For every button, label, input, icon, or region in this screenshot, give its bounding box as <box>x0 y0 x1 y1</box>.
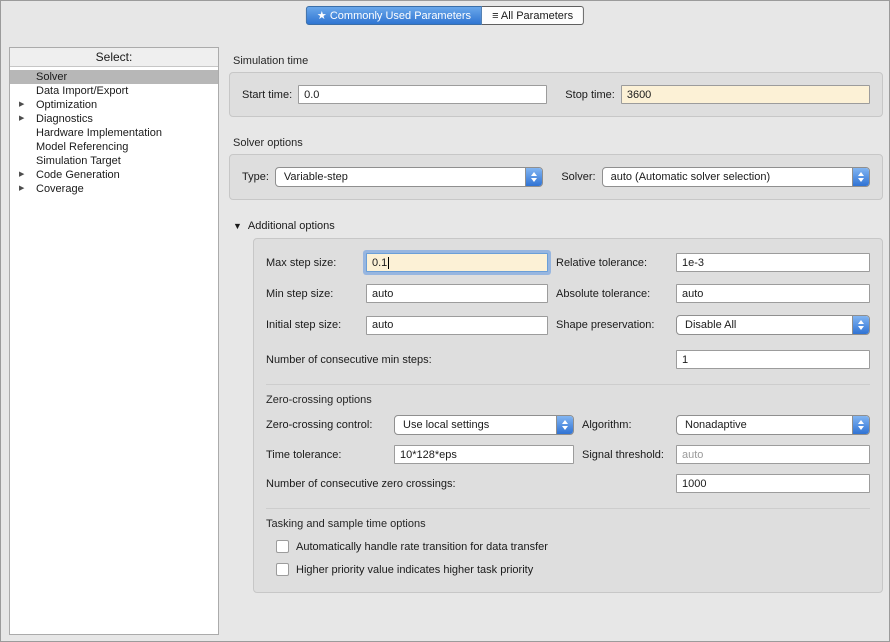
zero-crossing-section: Zero-crossing options Zero-crossing cont… <box>266 384 870 493</box>
solver-type-dropdown[interactable]: Variable-step <box>275 167 543 187</box>
shape-preservation-dropdown[interactable]: Disable All <box>676 315 870 335</box>
sidebar-item-label: Optimization <box>36 99 97 111</box>
sidebar-item-label: Diagnostics <box>36 113 93 125</box>
sidebar-item-diagnostics[interactable]: ▶ Diagnostics <box>10 112 218 126</box>
sidebar-item-solver[interactable]: Solver <box>10 70 218 84</box>
initial-step-size-input[interactable] <box>366 316 548 335</box>
algorithm-dropdown[interactable]: Nonadaptive <box>676 415 870 435</box>
disclosure-triangle-icon[interactable]: ▶ <box>19 98 36 112</box>
additional-options-title: Additional options <box>248 220 335 232</box>
zero-crossing-grid: Zero-crossing control: Use local setting… <box>266 415 870 493</box>
start-time-label: Start time: <box>242 89 292 101</box>
sidebar-item-coverage[interactable]: ▶ Coverage <box>10 182 218 196</box>
sidebar-item-data-import-export[interactable]: Data Import/Export <box>10 84 218 98</box>
rate-transition-checkbox[interactable] <box>276 540 289 553</box>
sidebar-item-optimization[interactable]: ▶ Optimization <box>10 98 218 112</box>
initial-step-size-label: Initial step size: <box>266 319 358 331</box>
signal-threshold-label: Signal threshold: <box>582 449 668 461</box>
stop-time-input[interactable] <box>621 85 870 104</box>
solver-options-panel: Type: Variable-step Solver: auto (Automa… <box>229 154 883 200</box>
sidebar-item-label: Simulation Target <box>36 155 121 167</box>
stop-time-label: Stop time: <box>565 89 615 101</box>
disclosure-down-triangle-icon[interactable]: ▼ <box>233 221 242 231</box>
step-options-grid: Max step size: 0.1 Relative tolerance: M… <box>266 253 870 369</box>
sidebar-item-model-referencing[interactable]: Model Referencing <box>10 140 218 154</box>
disclosure-triangle-icon[interactable]: ▶ <box>19 168 36 182</box>
consecutive-zero-crossings-input[interactable] <box>676 474 870 493</box>
min-step-size-label: Min step size: <box>266 288 358 300</box>
max-step-size-value: 0.1 <box>372 257 387 269</box>
dropdown-selected-value: Nonadaptive <box>677 419 852 431</box>
chevron-up-down-icon <box>852 316 869 334</box>
priority-value-row: Higher priority value indicates higher t… <box>276 563 870 576</box>
category-tree: Solver Data Import/Export ▶ Optimization… <box>10 67 218 196</box>
tab-all-parameters[interactable]: ≡ All Parameters <box>482 6 584 25</box>
priority-value-checkbox[interactable] <box>276 563 289 576</box>
signal-threshold-input[interactable] <box>676 445 870 464</box>
chevron-up-down-icon <box>852 416 869 434</box>
start-time-input[interactable] <box>298 85 547 104</box>
sidebar-item-code-generation[interactable]: ▶ Code Generation <box>10 168 218 182</box>
absolute-tolerance-label: Absolute tolerance: <box>556 288 668 300</box>
solver-options-title: Solver options <box>233 137 883 149</box>
sidebar-item-label: Coverage <box>36 183 84 195</box>
tab-commonly-used-parameters[interactable]: ★ Commonly Used Parameters <box>306 6 482 25</box>
solver-type-label: Type: <box>242 171 269 183</box>
max-step-size-input[interactable]: 0.1 <box>366 253 548 272</box>
consecutive-zero-crossings-label: Number of consecutive zero crossings: <box>266 478 668 490</box>
rate-transition-row: Automatically handle rate transition for… <box>276 540 870 553</box>
consecutive-min-steps-label: Number of consecutive min steps: <box>266 354 668 366</box>
chevron-up-down-icon <box>852 168 869 186</box>
tab-bar: ★ Commonly Used Parameters ≡ All Paramet… <box>306 6 584 25</box>
sidebar-item-label: Model Referencing <box>36 141 128 153</box>
time-tolerance-label: Time tolerance: <box>266 449 386 461</box>
max-step-size-label: Max step size: <box>266 257 358 269</box>
additional-options-panel: Max step size: 0.1 Relative tolerance: M… <box>253 238 883 593</box>
sidebar-item-label: Hardware Implementation <box>36 127 162 139</box>
simulation-time-title: Simulation time <box>233 55 883 67</box>
dropdown-selected-value: Variable-step <box>276 171 525 183</box>
solver-dropdown[interactable]: auto (Automatic solver selection) <box>602 167 870 187</box>
simulation-time-panel: Start time: Stop time: <box>229 72 883 117</box>
time-tolerance-input[interactable] <box>394 445 574 464</box>
text-cursor <box>388 257 389 269</box>
solver-label: Solver: <box>561 171 595 183</box>
zero-crossing-title: Zero-crossing options <box>266 394 870 406</box>
rate-transition-label: Automatically handle rate transition for… <box>296 541 548 553</box>
dropdown-selected-value: Use local settings <box>395 419 556 431</box>
tasking-section: Tasking and sample time options Automati… <box>266 508 870 576</box>
consecutive-min-steps-input[interactable] <box>676 350 870 369</box>
sidebar-item-label: Solver <box>36 71 67 83</box>
zero-crossing-control-dropdown[interactable]: Use local settings <box>394 415 574 435</box>
tasking-title: Tasking and sample time options <box>266 518 870 530</box>
sidebar-item-label: Data Import/Export <box>36 85 128 97</box>
select-header: Select: <box>10 48 218 67</box>
chevron-up-down-icon <box>525 168 542 186</box>
sidebar-item-simulation-target[interactable]: Simulation Target <box>10 154 218 168</box>
dropdown-selected-value: auto (Automatic solver selection) <box>603 171 852 183</box>
shape-preservation-label: Shape preservation: <box>556 319 668 331</box>
chevron-up-down-icon <box>556 416 573 434</box>
configuration-parameters-window: ★ Commonly Used Parameters ≡ All Paramet… <box>0 0 890 642</box>
relative-tolerance-label: Relative tolerance: <box>556 257 668 269</box>
algorithm-label: Algorithm: <box>582 419 668 431</box>
dropdown-selected-value: Disable All <box>677 319 852 331</box>
disclosure-triangle-icon[interactable]: ▶ <box>19 112 36 126</box>
disclosure-triangle-icon[interactable]: ▶ <box>19 182 36 196</box>
sidebar-item-hardware-implementation[interactable]: Hardware Implementation <box>10 126 218 140</box>
additional-options-disclosure[interactable]: ▼ Additional options <box>233 220 883 232</box>
relative-tolerance-input[interactable] <box>676 253 870 272</box>
priority-value-label: Higher priority value indicates higher t… <box>296 564 533 576</box>
parameters-pane: Simulation time Start time: Stop time: S… <box>229 47 883 635</box>
select-tree-panel: Select: Solver Data Import/Export ▶ Opti… <box>9 47 219 635</box>
absolute-tolerance-input[interactable] <box>676 284 870 303</box>
sidebar-item-label: Code Generation <box>36 169 120 181</box>
min-step-size-input[interactable] <box>366 284 548 303</box>
zero-crossing-control-label: Zero-crossing control: <box>266 419 386 431</box>
